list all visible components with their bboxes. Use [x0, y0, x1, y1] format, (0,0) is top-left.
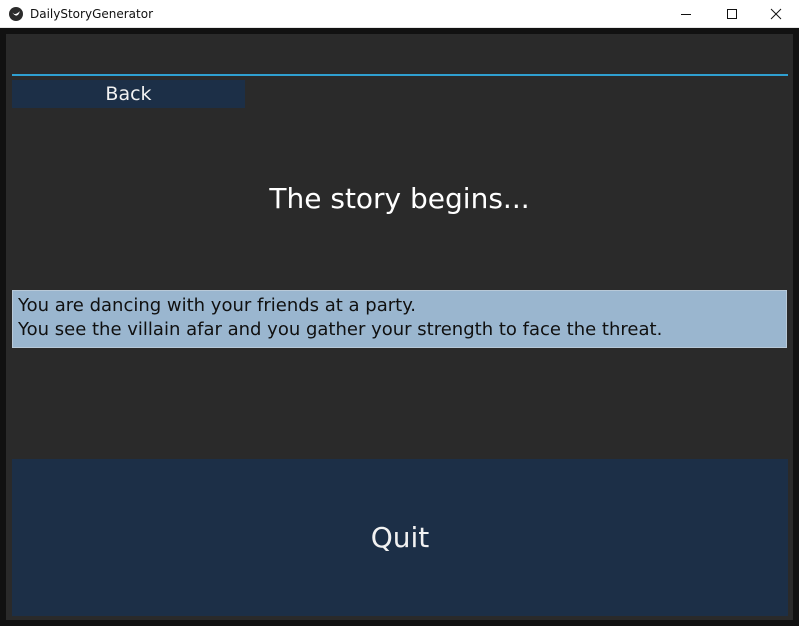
accent-divider: [12, 74, 788, 76]
window-title: DailyStoryGenerator: [30, 7, 153, 21]
story-screen: Back The story begins... You are dancing…: [6, 34, 793, 620]
minimize-icon: [680, 13, 691, 15]
story-text-area: You are dancing with your friends at a p…: [12, 290, 787, 348]
story-line: You see the villain afar and you gather …: [18, 319, 663, 340]
quit-button[interactable]: Quit: [12, 459, 788, 616]
window-titlebar: DailyStoryGenerator: [0, 0, 799, 28]
maximize-button[interactable]: [709, 0, 755, 28]
app-logo-icon: [9, 7, 23, 21]
close-icon: [770, 8, 782, 20]
minimize-button[interactable]: [663, 0, 709, 28]
maximize-icon: [726, 8, 737, 19]
story-line: You are dancing with your friends at a p…: [18, 295, 417, 316]
back-button[interactable]: Back: [12, 80, 245, 108]
close-button[interactable]: [753, 0, 799, 28]
story-heading: The story begins...: [269, 182, 530, 215]
